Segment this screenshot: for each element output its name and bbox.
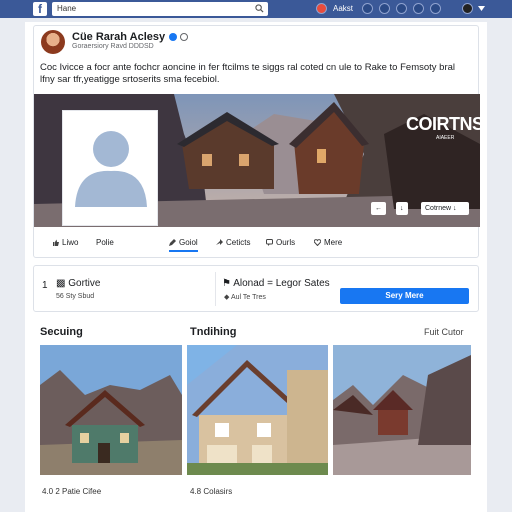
heart-icon bbox=[314, 239, 321, 246]
map-icon: ⚑ bbox=[222, 278, 234, 289]
see-more-button[interactable]: Sery Mere bbox=[340, 288, 469, 304]
avatar[interactable] bbox=[41, 30, 65, 54]
messages-icon[interactable] bbox=[379, 3, 390, 14]
chevron-down-icon[interactable] bbox=[478, 6, 485, 11]
globe-icon[interactable] bbox=[396, 3, 407, 14]
search-icon[interactable] bbox=[255, 4, 264, 13]
gallery-heading-b: Tndihing bbox=[190, 326, 237, 338]
info-sub-a: 56 Sty Sbud bbox=[56, 293, 95, 300]
tab-goiol[interactable]: Goiol bbox=[169, 238, 198, 252]
gallery-photo-1[interactable] bbox=[40, 345, 182, 475]
tab-label: Goiol bbox=[179, 238, 198, 247]
photo-1-caption: 4.0 2 Patie Cifee bbox=[42, 487, 102, 496]
post-text: Coc Ivicce a focr ante fochcr aoncine in… bbox=[40, 62, 456, 85]
info-card: 1 ▩ Gortive 56 Sty Sbud ⚑ Alonad = Legor… bbox=[33, 265, 479, 312]
thumbs-up-icon bbox=[53, 239, 59, 246]
gallery-photo-3[interactable] bbox=[333, 345, 471, 475]
contact-button[interactable]: Cotrnew ↓ bbox=[421, 202, 469, 215]
photo-2-caption: 4.8 Colasirs bbox=[190, 487, 233, 496]
notifications-icon[interactable] bbox=[316, 3, 327, 14]
profile-placeholder-icon bbox=[75, 131, 147, 207]
post-author[interactable]: Cüe Rarah Aclesy bbox=[72, 31, 189, 43]
tab-like[interactable]: Liwo bbox=[52, 238, 78, 247]
store-icon: ▩ bbox=[56, 278, 69, 289]
tab-contacts[interactable]: Ceticts bbox=[216, 238, 250, 247]
tab-label: Ceticts bbox=[226, 238, 251, 247]
topbar-label[interactable]: Aakst bbox=[333, 3, 353, 14]
info-title-b[interactable]: ⚑ Alonad = Legor Sates bbox=[222, 278, 330, 289]
info-title-a[interactable]: ▩ Gortive bbox=[56, 278, 100, 289]
info-title-a-text: Gortive bbox=[68, 278, 101, 289]
info-sub-b: ◆ Aul Te Tres bbox=[224, 293, 266, 301]
help-icon[interactable] bbox=[413, 3, 424, 14]
brand-tagline: AIAEER bbox=[436, 135, 455, 141]
tab-label: Polie bbox=[96, 238, 114, 247]
gallery-heading-a: Secuing bbox=[40, 326, 83, 338]
globe-icon bbox=[180, 33, 189, 42]
comment-icon bbox=[266, 239, 273, 246]
info-sub-b-text: Aul Te Tres bbox=[230, 294, 266, 301]
share-icon bbox=[216, 239, 223, 245]
friends-icon[interactable] bbox=[362, 3, 373, 14]
cover-photo[interactable]: COIRTNS AIAEER ← ↓ Cotrnew ↓ bbox=[34, 94, 480, 227]
search-input[interactable]: Hane bbox=[52, 2, 268, 16]
verified-icon bbox=[169, 33, 178, 42]
download-button[interactable]: ↓ bbox=[396, 202, 408, 215]
gallery-photo-2[interactable] bbox=[187, 345, 328, 475]
topbar: f Hane Aakst bbox=[0, 0, 512, 18]
info-count: 1 bbox=[42, 280, 48, 291]
photo-2-image bbox=[187, 345, 328, 475]
tab-label: Liwo bbox=[62, 238, 79, 247]
like-button[interactable]: ← bbox=[371, 202, 386, 215]
tag-icon: ◆ bbox=[224, 294, 231, 301]
post-card: Cüe Rarah Aclesy Goraersiory Ravd DDDSD … bbox=[33, 25, 480, 258]
post-author-name: Cüe Rarah Aclesy bbox=[72, 31, 166, 43]
info-title-b-text: Alonad = Legor Sates bbox=[233, 278, 330, 289]
tab-ourls[interactable]: Ourls bbox=[266, 238, 295, 247]
page-tabs: Liwo Polie Goiol Ceticts Ourls Mere bbox=[34, 231, 480, 257]
account-icon[interactable] bbox=[462, 3, 473, 14]
post-subtitle: Goraersiory Ravd DDDSD bbox=[72, 43, 154, 50]
search-value: Hane bbox=[57, 4, 77, 13]
menu-icon[interactable] bbox=[430, 3, 441, 14]
tab-label: Ourls bbox=[276, 238, 296, 247]
tab-profile[interactable]: Polie bbox=[96, 238, 114, 247]
brand-logo: COIRTNS bbox=[406, 114, 480, 134]
divider bbox=[215, 272, 216, 306]
edit-icon bbox=[169, 239, 176, 246]
photo-1-image bbox=[40, 345, 182, 475]
tab-more[interactable]: Mere bbox=[314, 238, 342, 247]
gallery-more-link[interactable]: Fuit Cutor bbox=[424, 327, 464, 337]
facebook-logo[interactable]: f bbox=[33, 2, 47, 16]
photo-3-image bbox=[333, 345, 471, 475]
profile-picture[interactable] bbox=[62, 110, 158, 226]
tab-label: Mere bbox=[324, 238, 343, 247]
